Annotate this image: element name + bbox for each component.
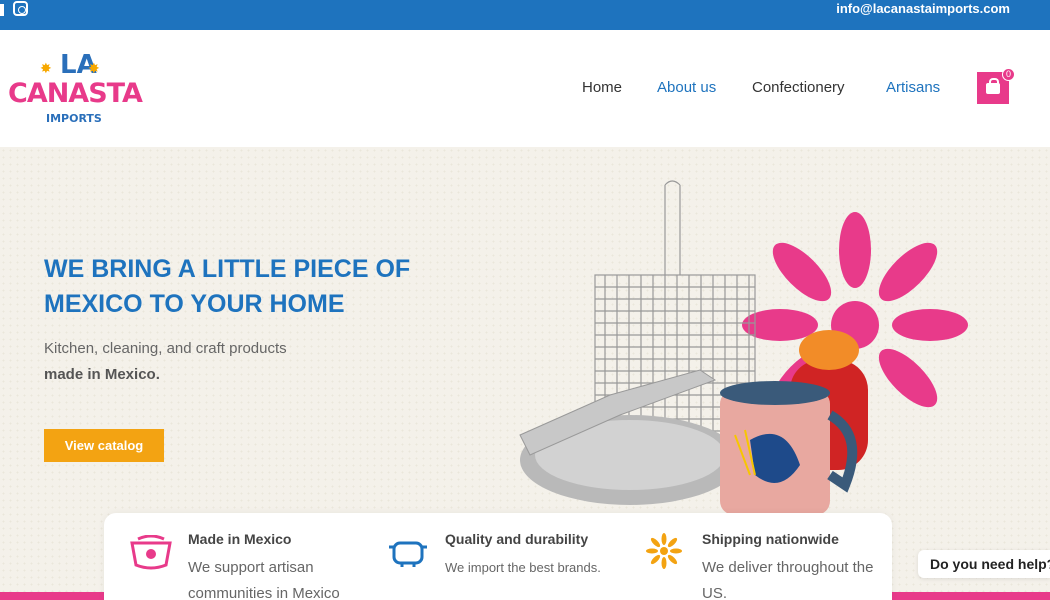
sun-flower-icon — [646, 533, 682, 569]
hero-subline: Kitchen, cleaning, and craft products — [44, 340, 287, 357]
feature-description: We support artisan communities in Mexico — [188, 559, 340, 600]
star-icon: ✸ — [40, 60, 52, 76]
instagram-icon[interactable] — [13, 1, 28, 16]
features-card: Made in Mexico We support artisan commun… — [104, 513, 892, 600]
feature-description: We deliver throughout the US. — [702, 559, 874, 600]
shopping-bag-icon — [986, 78, 1000, 94]
basket-icon — [130, 535, 172, 570]
star-icon: ✸ — [88, 60, 100, 76]
tortilla-press-graphic — [519, 369, 740, 505]
feature-title: Quality and durability — [445, 531, 589, 547]
view-catalog-button[interactable]: View catalog — [44, 429, 164, 462]
feature-title: Shipping nationwide — [702, 531, 839, 547]
cart-count-badge: 0 — [1002, 68, 1015, 81]
top-bar: info@lacanastaimports.com — [0, 0, 1050, 30]
nav-about-us[interactable]: About us — [657, 79, 716, 96]
nav-home[interactable]: Home — [582, 79, 622, 96]
feature-title: Made in Mexico — [188, 531, 292, 547]
help-chat-button[interactable]: Do you need help? — [918, 550, 1050, 578]
logo-imports: IMPORTS — [46, 112, 102, 125]
contact-email-link[interactable]: info@lacanastaimports.com — [836, 1, 1010, 16]
feature-description: We import the best brands. — [445, 560, 601, 575]
hero-headline: WE BRING A LITTLE PIECE OF MEXICO TO YOU… — [44, 255, 411, 318]
hero-subline-bold: made in Mexico. — [44, 366, 160, 383]
nav-artisans[interactable]: Artisans — [886, 79, 940, 96]
hero-products-image — [519, 180, 968, 515]
cart-button[interactable]: 0 — [977, 68, 1015, 104]
nav-confectionery[interactable]: Confectionery — [752, 79, 845, 96]
pot-icon — [389, 541, 427, 567]
site-logo[interactable]: ✸ LA ✸ CANASTA IMPORTS — [8, 50, 143, 130]
site-header: ✸ LA ✸ CANASTA IMPORTS Home About us Con… — [0, 30, 1050, 147]
facebook-icon[interactable] — [0, 4, 4, 16]
logo-canasta: CANASTA — [8, 78, 143, 109]
